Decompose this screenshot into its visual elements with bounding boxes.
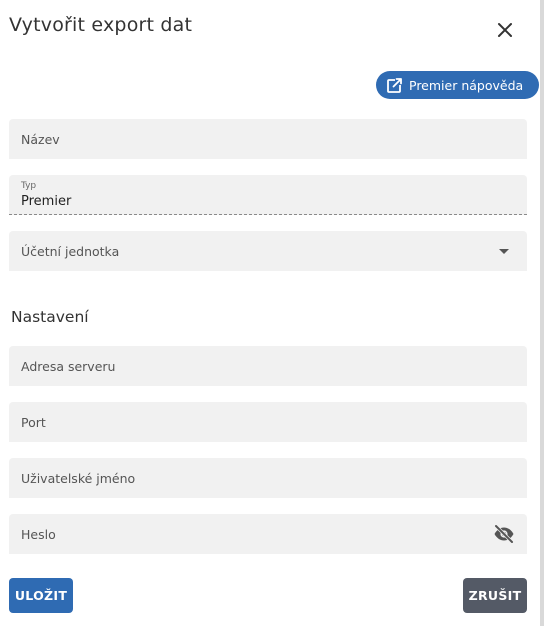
password-label: Heslo <box>21 527 56 542</box>
accounting-unit-select[interactable]: Účetní jednotka <box>9 231 527 271</box>
port-field[interactable]: Port <box>9 402 527 442</box>
username-field[interactable]: Uživatelské jméno <box>9 458 527 498</box>
open-in-new-icon <box>386 77 403 94</box>
type-field-label: Typ <box>21 181 37 191</box>
save-button[interactable]: ULOŽIT <box>9 578 73 613</box>
type-field-value: Premier <box>21 194 72 209</box>
cancel-button[interactable]: ZRUŠIT <box>463 578 527 613</box>
server-address-label: Adresa serveru <box>21 359 116 374</box>
help-button-label: Premier nápověda <box>409 77 524 93</box>
premier-help-button[interactable]: Premier nápověda <box>376 71 539 99</box>
dialog-title: Vytvořit export dat <box>9 14 193 36</box>
password-field[interactable]: Heslo <box>9 514 527 554</box>
accounting-unit-label: Účetní jednotka <box>21 244 120 259</box>
close-icon <box>498 23 512 37</box>
dialog-edge <box>540 0 544 626</box>
port-label: Port <box>21 415 46 430</box>
eye-off-icon <box>494 524 514 544</box>
username-label: Uživatelské jméno <box>21 471 136 486</box>
server-address-field[interactable]: Adresa serveru <box>9 346 527 386</box>
export-dialog: Vytvořit export dat Premier nápověda Náz… <box>0 0 540 626</box>
type-field[interactable]: Typ Premier <box>9 175 527 215</box>
name-field-label: Název <box>21 132 60 147</box>
name-field[interactable]: Název <box>9 119 527 159</box>
close-button[interactable] <box>495 20 515 40</box>
password-visibility-toggle[interactable] <box>493 524 515 544</box>
settings-heading: Nastavení <box>11 308 89 326</box>
caret-down-icon <box>499 249 509 254</box>
